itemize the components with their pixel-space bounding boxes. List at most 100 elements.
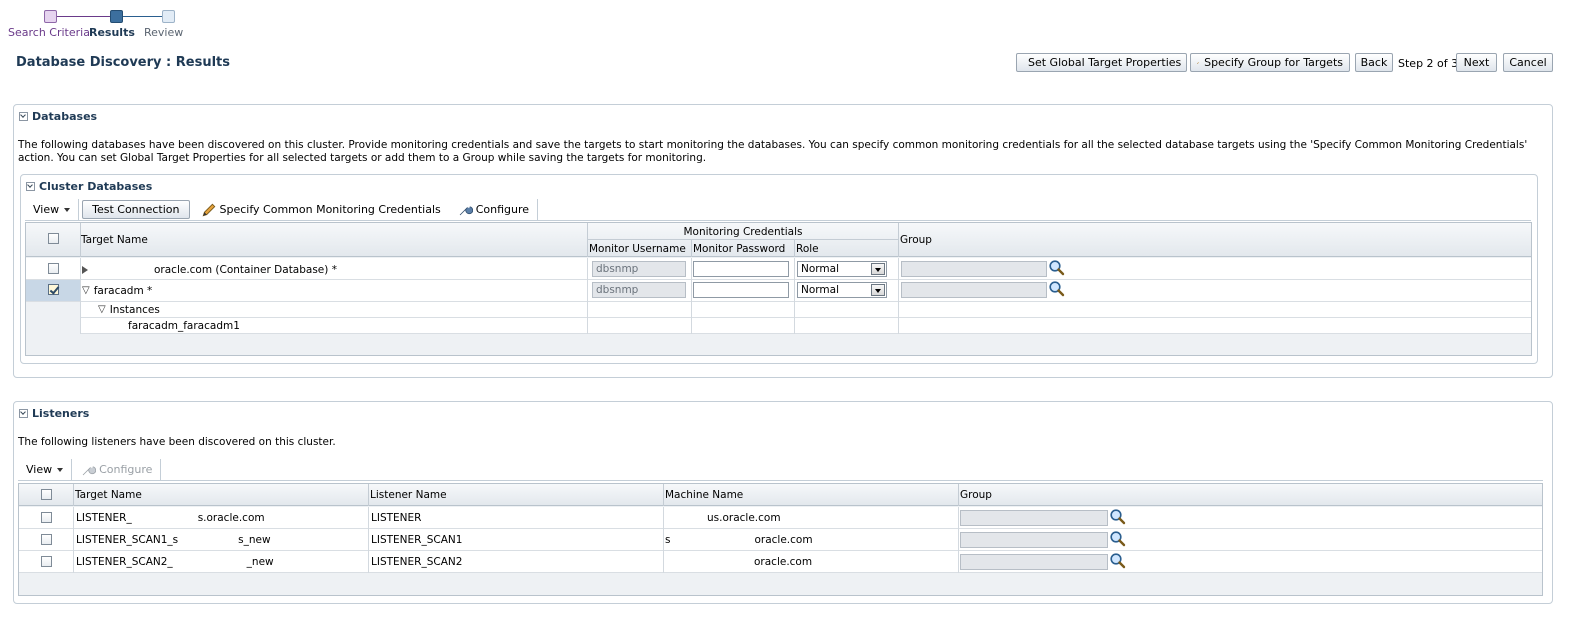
specify-common-monitoring-credentials-button[interactable]: Specify Common Monitoring Credentials (193, 199, 449, 221)
col-machine-name[interactable]: Machine Name (665, 487, 743, 503)
dropdown-arrow-icon[interactable] (871, 263, 885, 275)
group-field (960, 554, 1108, 570)
test-connection-button[interactable]: Test Connection (82, 200, 190, 219)
toolbar-separator (537, 198, 539, 221)
dropdown-arrow-icon[interactable] (871, 284, 885, 296)
target-name-cell: LISTENER_SCAN2_ _new (76, 551, 274, 572)
collapse-icon[interactable] (19, 112, 28, 121)
target-name-part: LISTENER_ (76, 511, 132, 524)
collapse-icon[interactable] (19, 409, 28, 418)
target-name-cell[interactable]: oracle.com (Container Database) * (82, 259, 337, 280)
listeners-toolbar: View Configure (18, 458, 1543, 481)
specify-creds-label: Specify Common Monitoring Credentials (219, 203, 441, 216)
view-menu[interactable]: View (18, 459, 71, 481)
search-icon[interactable] (1048, 259, 1066, 277)
train-stop-review (162, 10, 175, 23)
listeners-header[interactable]: Listeners (19, 407, 89, 420)
role-select[interactable]: Normal (797, 282, 887, 298)
cluster-databases-table: Target Name Monitoring Credentials Monit… (25, 222, 1532, 356)
configure-button-disabled[interactable]: Configure (72, 459, 160, 481)
pencil-icon (1197, 61, 1199, 64)
instance-name: faracadm_faracadm1 (128, 319, 240, 332)
instances-node[interactable]: ▽ Instances (98, 302, 160, 317)
target-name-part: _new (246, 555, 274, 568)
set-global-target-properties-button[interactable]: Set Global Target Properties (1016, 53, 1187, 72)
view-menu[interactable]: View (25, 199, 78, 221)
role-select[interactable]: Normal (797, 261, 887, 277)
machine-name-part: s (665, 533, 671, 546)
target-name-part: LISTENER_SCAN2_ (76, 555, 173, 568)
listeners-table: Target Name Listener Name Machine Name G… (18, 483, 1543, 596)
cluster-databases-title: Cluster Databases (39, 180, 153, 193)
listeners-description: The following listeners have been discov… (18, 436, 336, 448)
expand-icon[interactable] (82, 265, 88, 274)
step-indicator: Step 2 of 3 (1398, 57, 1459, 70)
listeners-title: Listeners (32, 407, 90, 420)
configure-label: Configure (99, 463, 153, 476)
search-icon[interactable] (1109, 508, 1127, 526)
train-stop-search-criteria[interactable] (44, 10, 57, 23)
instances-label: Instances (109, 303, 160, 316)
machine-name-cell: oracle.com (754, 555, 813, 568)
wrench-icon (82, 464, 97, 475)
specify-group-label: Specify Group for Targets (1204, 56, 1343, 69)
group-field (901, 282, 1047, 298)
group-field (901, 261, 1047, 277)
listener-name-cell: LISTENER_SCAN1 (371, 533, 463, 546)
collapse-icon[interactable] (26, 182, 35, 191)
col-monitoring-credentials: Monitoring Credentials (683, 225, 803, 238)
search-icon[interactable] (1109, 530, 1127, 548)
col-monitor-username[interactable]: Monitor Username (589, 241, 686, 257)
databases-description: The following databases have been discov… (18, 139, 1528, 164)
group-field (960, 510, 1108, 526)
target-name-part: s.oracle.com (197, 511, 265, 524)
monitor-password-input[interactable] (693, 261, 789, 277)
col-group[interactable]: Group (960, 487, 992, 503)
collapse-row-icon[interactable]: ▽ (98, 304, 106, 315)
configure-label: Configure (475, 203, 530, 216)
target-name-part: s_new (238, 533, 271, 546)
select-all-checkbox[interactable] (48, 233, 59, 244)
specify-group-for-targets-button[interactable]: Specify Group for Targets (1190, 53, 1350, 72)
table-header (19, 484, 1542, 506)
collapse-row-icon[interactable]: ▽ (82, 285, 90, 296)
databases-header[interactable]: Databases (19, 110, 97, 123)
view-label: View (33, 203, 60, 216)
view-label: View (26, 463, 53, 476)
back-button[interactable]: Back (1355, 53, 1393, 72)
col-group[interactable]: Group (900, 232, 932, 248)
monitor-password-input[interactable] (693, 282, 789, 298)
role-value: Normal (801, 263, 839, 275)
cluster-databases-header[interactable]: Cluster Databases (26, 180, 152, 193)
cancel-button[interactable]: Cancel (1503, 53, 1553, 72)
train-stop-results (110, 10, 123, 23)
train-label-search-criteria[interactable]: Search Criteria (8, 26, 90, 39)
page-title: Database Discovery : Results (16, 55, 230, 70)
col-monitor-password[interactable]: Monitor Password (693, 241, 785, 257)
wrench-icon (459, 204, 473, 215)
col-role[interactable]: Role (796, 241, 819, 257)
row-checkbox[interactable] (48, 263, 59, 274)
machine-name-part: oracle.com (754, 533, 813, 546)
target-name-part: LISTENER_SCAN1_s (76, 533, 179, 546)
col-target-name[interactable]: Target Name (81, 232, 148, 248)
databases-title: Databases (32, 110, 98, 123)
next-button[interactable]: Next (1456, 53, 1497, 72)
monitor-username-field: dbsnmp (592, 282, 686, 298)
configure-button[interactable]: Configure (449, 199, 537, 221)
select-all-checkbox[interactable] (41, 489, 52, 500)
row-checkbox[interactable] (41, 512, 52, 523)
search-icon[interactable] (1109, 552, 1127, 570)
col-listener-name[interactable]: Listener Name (370, 487, 447, 503)
row-checkbox[interactable] (48, 284, 59, 295)
target-name-text: faracadm * (93, 284, 153, 297)
col-target-name[interactable]: Target Name (75, 487, 142, 503)
test-connection-wrapper: Test Connection (79, 199, 192, 221)
train-label-review: Review (144, 26, 184, 39)
row-checkbox[interactable] (41, 534, 52, 545)
row-checkbox[interactable] (41, 556, 52, 567)
search-icon[interactable] (1048, 280, 1066, 298)
target-name-cell: LISTENER_SCAN1_s s_new (76, 529, 271, 550)
target-name-cell[interactable]: ▽ faracadm * (82, 280, 152, 301)
train-connector-2 (122, 16, 164, 17)
